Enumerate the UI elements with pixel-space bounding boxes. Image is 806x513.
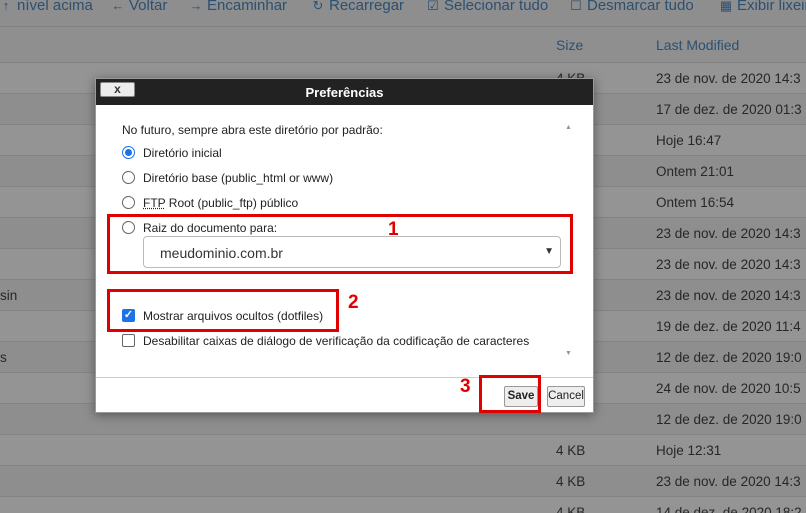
dialog-title: Preferências	[305, 85, 384, 100]
option-ftp-root-label: FTP Root (public_ftp) público	[143, 196, 298, 210]
option-home-directory-label: Diretório inicial	[143, 146, 222, 160]
dialog-header: x Preferências	[96, 79, 593, 105]
cancel-button[interactable]: Cancel	[547, 386, 585, 407]
annotation-number-2: 2	[348, 292, 359, 313]
default-directory-prompt: No futuro, sempre abra este diretório po…	[122, 123, 383, 137]
radio-base-directory[interactable]	[122, 171, 135, 184]
annotation-number-1: 1	[388, 219, 399, 240]
disable-charset-check-label: Desabilitar caixas de diálogo de verific…	[143, 334, 530, 348]
ftp-abbreviation: FTP	[143, 196, 166, 210]
radio-ftp-root[interactable]	[122, 196, 135, 209]
highlight-box-show-hidden	[107, 289, 339, 332]
ftp-label-rest: Root (public_ftp) público	[165, 196, 299, 210]
highlight-box-document-root	[107, 214, 573, 274]
option-base-directory-label: Diretório base (public_html or www)	[143, 171, 334, 185]
scroll-down-icon[interactable]: ▼	[564, 350, 573, 357]
checkbox-disable-charset-check[interactable]	[122, 334, 135, 347]
highlight-box-save	[479, 375, 541, 413]
annotation-number-3: 3	[460, 376, 471, 397]
radio-home-directory[interactable]	[122, 146, 135, 159]
scroll-up-icon[interactable]: ▲	[564, 124, 573, 131]
